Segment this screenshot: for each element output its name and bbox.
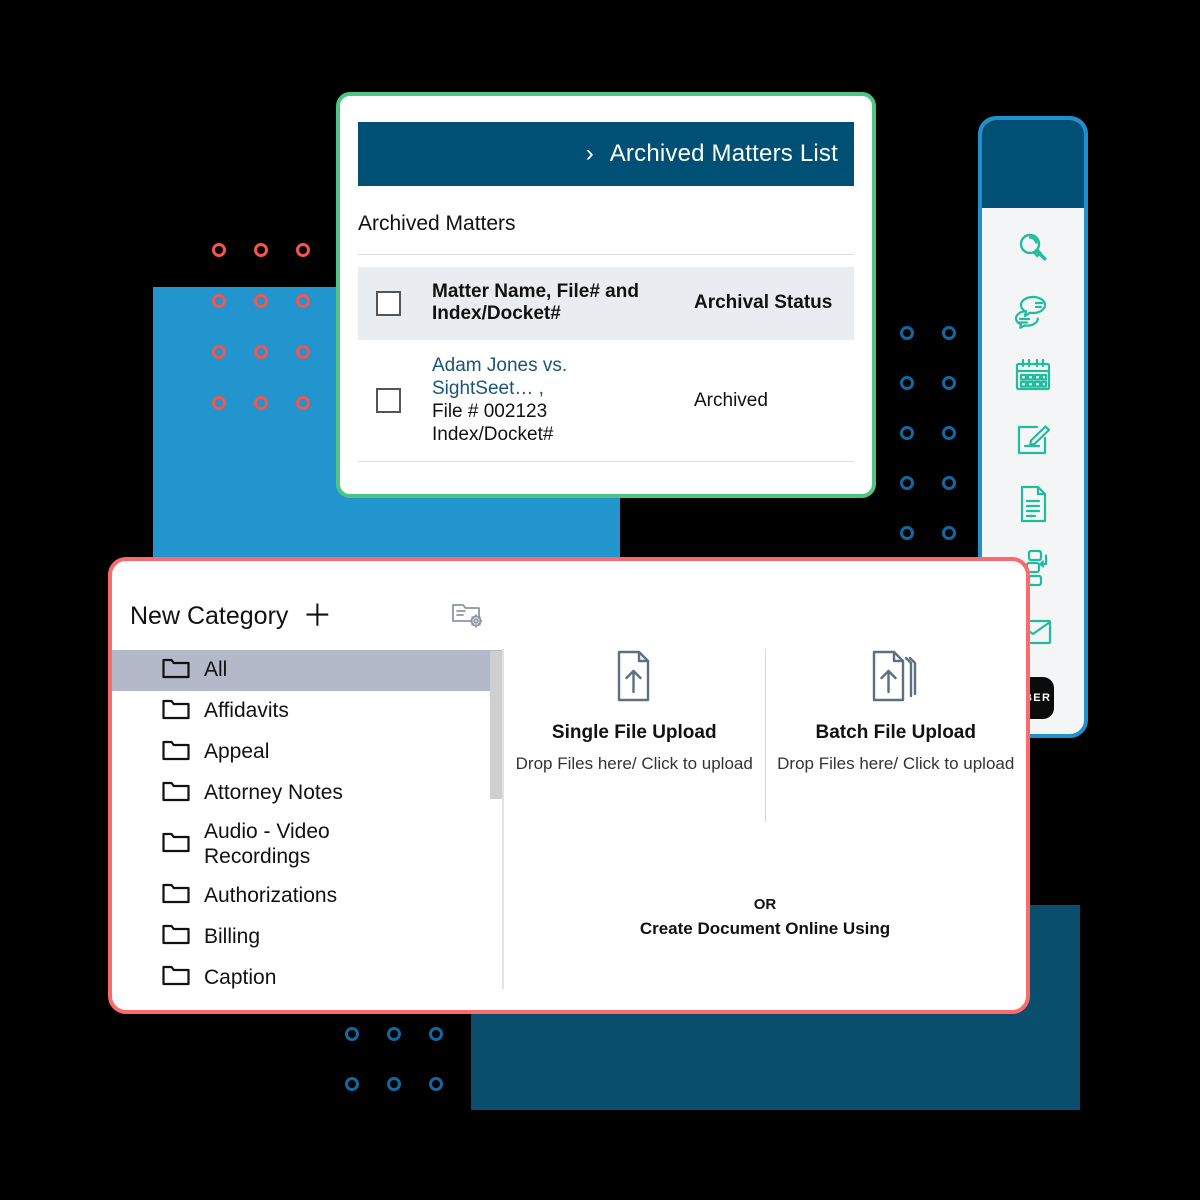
toolbar-item-calendar[interactable] [1010, 356, 1056, 400]
select-all-header [358, 267, 424, 340]
category-pane: New Category ＋ All Affidavits Appeal Att… [112, 561, 502, 1010]
batch-file-upload-title: Batch File Upload [815, 722, 976, 743]
table-header-row: Matter Name, File# and Index/Docket# Arc… [358, 267, 854, 340]
folder-icon [162, 698, 190, 726]
row-select-cell [358, 340, 424, 461]
new-category-label: New Category [130, 602, 289, 630]
column-header-archival-status: Archival Status [694, 292, 833, 314]
archived-matters-table: Matter Name, File# and Index/Docket# Arc… [358, 267, 854, 462]
category-label: Affidavits [204, 699, 289, 723]
folder-icon [162, 831, 190, 859]
upload-pane: Single File Upload Drop Files here/ Clic… [504, 561, 1026, 1010]
screenshot-root: › Archived Matters List Archived Matters… [0, 0, 1200, 1200]
archival-status-cell: Archived [694, 389, 768, 411]
column-header-matter-name: Matter Name, File# and Index/Docket# [432, 281, 639, 325]
archived-matters-header: › Archived Matters List [358, 122, 854, 186]
toolbar-item-document[interactable] [1010, 484, 1056, 528]
archived-matters-subtitle: Archived Matters [358, 186, 854, 255]
category-label: Authorizations [204, 883, 338, 907]
search-icon [1013, 228, 1053, 273]
batch-file-upload-icon [868, 649, 924, 708]
select-all-checkbox[interactable] [376, 290, 401, 316]
calendar-icon [1012, 357, 1054, 400]
category-item-appeal[interactable]: Appeal [112, 732, 502, 773]
category-item-audio-video-recordings[interactable]: Audio - Video Recordings [112, 814, 502, 876]
folder-icon [162, 657, 190, 685]
category-item-affidavits[interactable]: Affidavits [112, 691, 502, 732]
folder-icon [162, 739, 190, 767]
category-item-authorizations[interactable]: Authorizations [112, 876, 502, 917]
category-label: Appeal [204, 740, 270, 764]
matter-index-docket: Index/Docket# [432, 424, 554, 446]
category-label: Caption [204, 965, 277, 989]
category-label: Billing [204, 924, 261, 948]
toolbar-item-notes[interactable] [1010, 420, 1056, 464]
folder-icon [162, 780, 190, 808]
toolbar-item-chat[interactable] [1010, 292, 1056, 336]
category-label: Audio - Video Recordings [204, 820, 330, 868]
single-file-upload-title: Single File Upload [551, 722, 717, 743]
category-header: New Category ＋ [112, 599, 502, 634]
category-scrollbar-thumb[interactable] [490, 651, 502, 799]
toolbar-item-search[interactable] [1010, 228, 1056, 272]
or-label: OR [753, 896, 777, 913]
folder-settings-icon[interactable] [450, 599, 484, 634]
create-document-online-label: Create Document Online Using [639, 919, 891, 938]
folder-icon [162, 923, 190, 951]
toolbar-header-band [982, 120, 1084, 208]
single-file-upload-dropzone[interactable]: Single File Upload Drop Files here/ Clic… [504, 649, 766, 822]
folder-icon [162, 964, 190, 992]
archived-matters-title: Archived Matters List [609, 140, 838, 167]
category-list: All Affidavits Appeal Attorney Notes Aud… [112, 650, 502, 999]
matter-name-cell: Adam Jones vs. SightSeet… , File # 00212… [424, 340, 686, 461]
add-category-button[interactable]: ＋ [302, 601, 332, 632]
create-online-block: OR Create Document Online Using [504, 896, 1026, 939]
batch-file-upload-subtitle: Drop Files here/ Click to upload [777, 754, 1015, 773]
decorative-dot-grid-blue-right [900, 326, 984, 576]
folder-icon [162, 882, 190, 910]
matter-file-number: File # 002123 [432, 401, 548, 423]
decorative-dot-grid-blue-bottom [345, 1027, 471, 1127]
category-label: All [204, 658, 228, 682]
batch-file-upload-dropzone[interactable]: Batch File Upload Drop Files here/ Click… [766, 649, 1027, 822]
chevron-right-icon[interactable]: › [586, 142, 594, 166]
category-item-attorney-notes[interactable]: Attorney Notes [112, 773, 502, 814]
category-item-all[interactable]: All [112, 650, 502, 691]
single-file-upload-subtitle: Drop Files here/ Click to upload [515, 754, 753, 773]
documents-card: New Category ＋ All Affidavits Appeal Att… [108, 557, 1030, 1014]
category-item-billing[interactable]: Billing [112, 917, 502, 958]
archived-matters-card: › Archived Matters List Archived Matters… [336, 92, 876, 498]
matter-name-link[interactable]: Adam Jones vs. SightSeet… , [432, 354, 664, 400]
single-file-upload-icon [611, 649, 657, 708]
category-scrollbar[interactable] [490, 651, 502, 991]
decorative-dot-grid-red [212, 243, 338, 447]
category-item-caption[interactable]: Caption [112, 958, 502, 999]
row-checkbox[interactable] [376, 387, 401, 413]
document-icon [1014, 484, 1052, 529]
table-row[interactable]: Adam Jones vs. SightSeet… , File # 00212… [358, 340, 854, 461]
chat-bubbles-icon [1012, 293, 1054, 336]
edit-note-icon [1012, 421, 1054, 464]
category-label: Attorney Notes [204, 781, 343, 805]
